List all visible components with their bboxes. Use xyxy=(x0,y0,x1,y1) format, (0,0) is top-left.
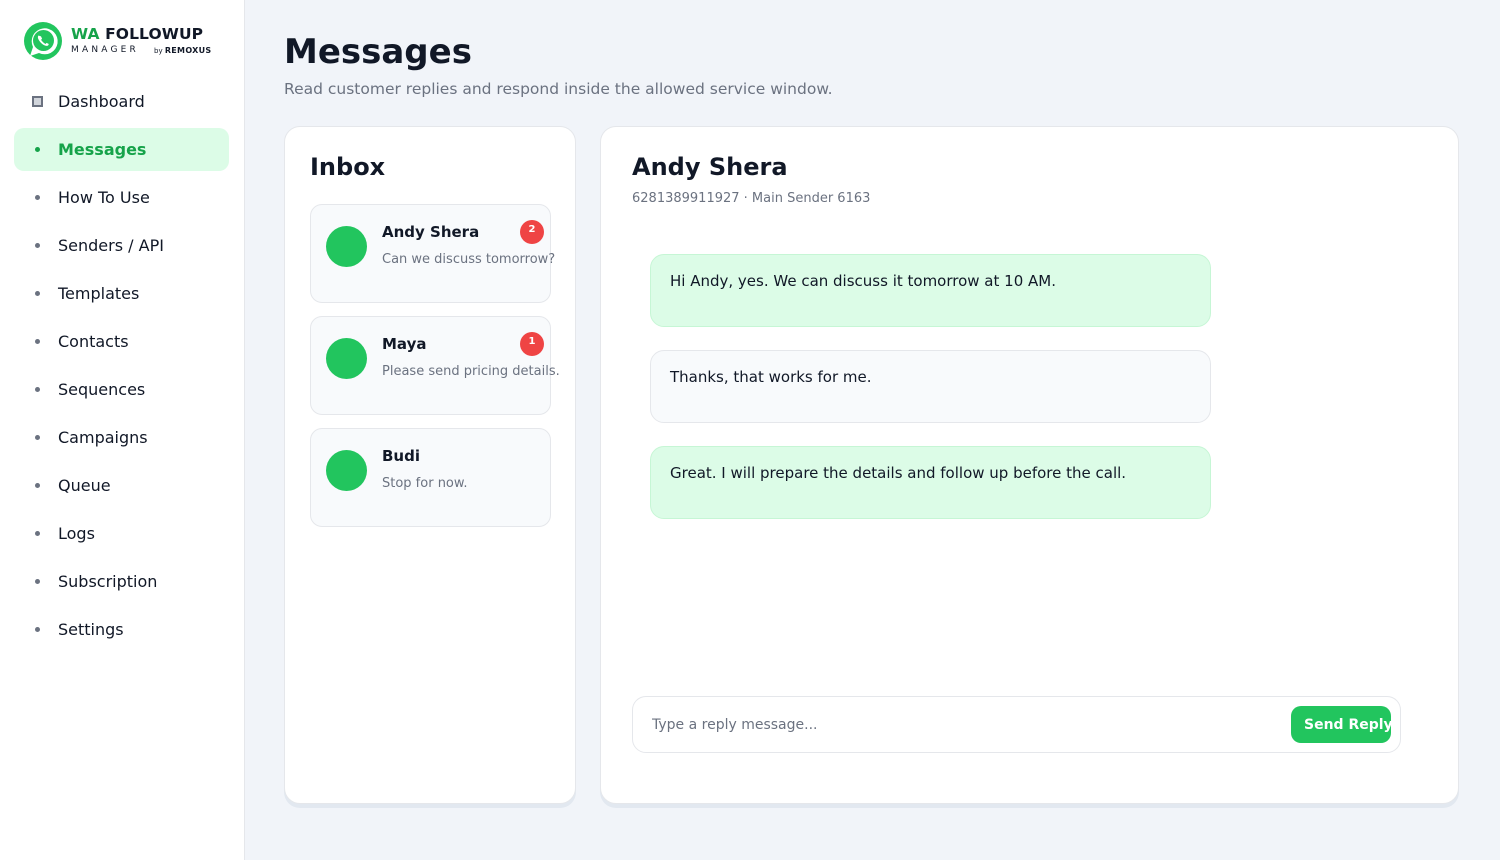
brand-by-line: by REMOXUS xyxy=(154,46,212,55)
avatar xyxy=(326,226,367,267)
bullet-icon xyxy=(30,464,44,507)
sidebar-item-campaigns[interactable]: Campaigns xyxy=(14,416,229,459)
unread-badge: 2 xyxy=(520,220,544,244)
bullet-icon xyxy=(30,416,44,459)
brand-subtitle: MANAGER xyxy=(71,45,139,55)
send-reply-button[interactable]: Send Reply xyxy=(1291,706,1391,743)
sidebar-item-messages[interactable]: Messages xyxy=(14,128,229,171)
conversation-item-maya[interactable]: Maya Please send pricing details. 1 xyxy=(310,316,560,415)
unread-badge: 1 xyxy=(520,332,544,356)
sidebar-item-label: Campaigns xyxy=(58,428,148,447)
sidebar-item-label: Templates xyxy=(58,284,140,303)
reply-input[interactable] xyxy=(634,698,1284,751)
conversation-name: Budi xyxy=(382,447,420,465)
conversation-name: Andy Shera xyxy=(382,223,480,241)
bullet-icon xyxy=(30,224,44,267)
conversation-preview: Please send pricing details. xyxy=(382,364,560,379)
page-title: Messages xyxy=(284,32,472,72)
sidebar-item-queue[interactable]: Queue xyxy=(14,464,229,507)
sidebar-item-logs[interactable]: Logs xyxy=(14,512,229,555)
message-bubble-outgoing: Hi Andy, yes. We can discuss it tomorrow… xyxy=(650,254,1211,327)
sidebar-item-senders-api[interactable]: Senders / API xyxy=(14,224,229,267)
conversation-preview: Stop for now. xyxy=(382,476,468,491)
sidebar-item-label: Settings xyxy=(58,620,124,639)
message-bubble-outgoing: Great. I will prepare the details and fo… xyxy=(650,446,1211,519)
bullet-icon xyxy=(30,608,44,651)
chat-contact-meta: 6281389911927 · Main Sender 6163 xyxy=(632,191,871,206)
sidebar-item-label: Queue xyxy=(58,476,111,495)
bullet-icon xyxy=(30,320,44,363)
sidebar-item-templates[interactable]: Templates xyxy=(14,272,229,315)
sidebar-item-label: How To Use xyxy=(58,188,150,207)
sidebar-item-label: Sequences xyxy=(58,380,146,399)
bullet-icon xyxy=(30,512,44,555)
sidebar-item-how-to-use[interactable]: How To Use xyxy=(14,176,229,219)
inbox-title: Inbox xyxy=(310,153,386,181)
sidebar-item-label: Contacts xyxy=(58,332,129,351)
message-bubble-incoming: Thanks, that works for me. xyxy=(650,350,1211,423)
bullet-icon xyxy=(30,128,44,171)
bullet-icon xyxy=(30,560,44,603)
sidebar-item-dashboard[interactable]: Dashboard xyxy=(14,80,229,123)
sidebar-item-sequences[interactable]: Sequences xyxy=(14,368,229,411)
conversation-name: Maya xyxy=(382,335,427,353)
brand-title: WA FOLLOWUP xyxy=(71,25,204,43)
sidebar-item-settings[interactable]: Settings xyxy=(14,608,229,651)
avatar xyxy=(326,338,367,379)
dashboard-icon xyxy=(30,80,44,123)
conversation-item-andy-shera[interactable]: Andy Shera Can we discuss tomorrow? 2 xyxy=(310,204,555,303)
bullet-icon xyxy=(30,272,44,315)
sidebar-item-label: Subscription xyxy=(58,572,158,591)
sidebar-item-subscription[interactable]: Subscription xyxy=(14,560,229,603)
sidebar: WA FOLLOWUP MANAGER by REMOXUS Dashboard… xyxy=(0,0,245,860)
inbox-panel: Inbox Andy Shera Can we discuss tomorrow… xyxy=(284,126,576,804)
brand-logo[interactable]: WA FOLLOWUP MANAGER by REMOXUS xyxy=(22,20,222,62)
sidebar-item-label: Messages xyxy=(58,140,147,159)
bullet-icon xyxy=(30,176,44,219)
sidebar-nav: Dashboard Messages How To Use Senders / … xyxy=(14,80,229,656)
sidebar-item-label: Senders / API xyxy=(58,236,164,255)
page-subtitle: Read customer replies and respond inside… xyxy=(284,80,833,98)
conversation-item-budi[interactable]: Budi Stop for now. xyxy=(310,428,551,527)
chat-panel: Andy Shera 6281389911927 · Main Sender 6… xyxy=(600,126,1459,804)
chat-contact-name: Andy Shera xyxy=(632,153,788,181)
sidebar-item-contacts[interactable]: Contacts xyxy=(14,320,229,363)
conversation-preview: Can we discuss tomorrow? xyxy=(382,252,556,267)
whatsapp-icon xyxy=(24,22,62,60)
avatar xyxy=(326,450,367,491)
sidebar-item-label: Dashboard xyxy=(58,92,145,111)
reply-composer: Send Reply xyxy=(632,696,1401,753)
sidebar-item-label: Logs xyxy=(58,524,95,543)
bullet-icon xyxy=(30,368,44,411)
